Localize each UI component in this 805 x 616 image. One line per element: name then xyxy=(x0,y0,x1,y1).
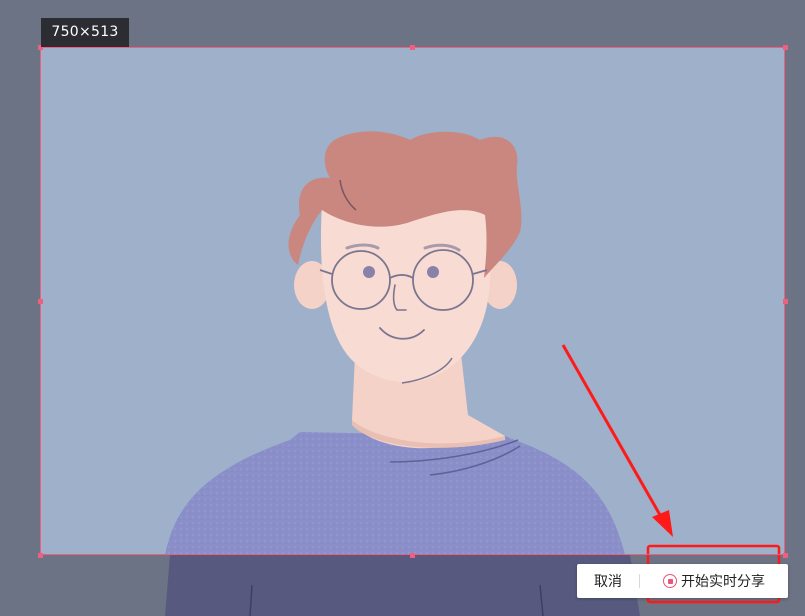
resize-handle-bottom[interactable] xyxy=(410,553,415,558)
selected-preview xyxy=(41,48,785,555)
screen-capture-canvas xyxy=(0,0,805,616)
cancel-button-label: 取消 xyxy=(594,574,622,590)
start-live-share-button[interactable]: 开始实时分享 xyxy=(640,564,788,598)
cancel-button[interactable]: 取消 xyxy=(577,564,639,598)
resize-handle-left[interactable] xyxy=(38,299,43,304)
resize-handle-top-right[interactable] xyxy=(783,45,788,50)
resize-handle-bottom-left[interactable] xyxy=(38,553,43,558)
dimmed-illustration xyxy=(165,555,640,616)
capture-toolbar: 取消 开始实时分享 xyxy=(577,564,788,598)
resize-handle-bottom-right[interactable] xyxy=(783,553,788,558)
resize-handle-right[interactable] xyxy=(783,299,788,304)
capture-size-label: 750×513 xyxy=(41,18,129,47)
start-live-share-label: 开始实时分享 xyxy=(681,574,765,590)
record-icon xyxy=(663,574,677,588)
resize-handle-top[interactable] xyxy=(410,45,415,50)
